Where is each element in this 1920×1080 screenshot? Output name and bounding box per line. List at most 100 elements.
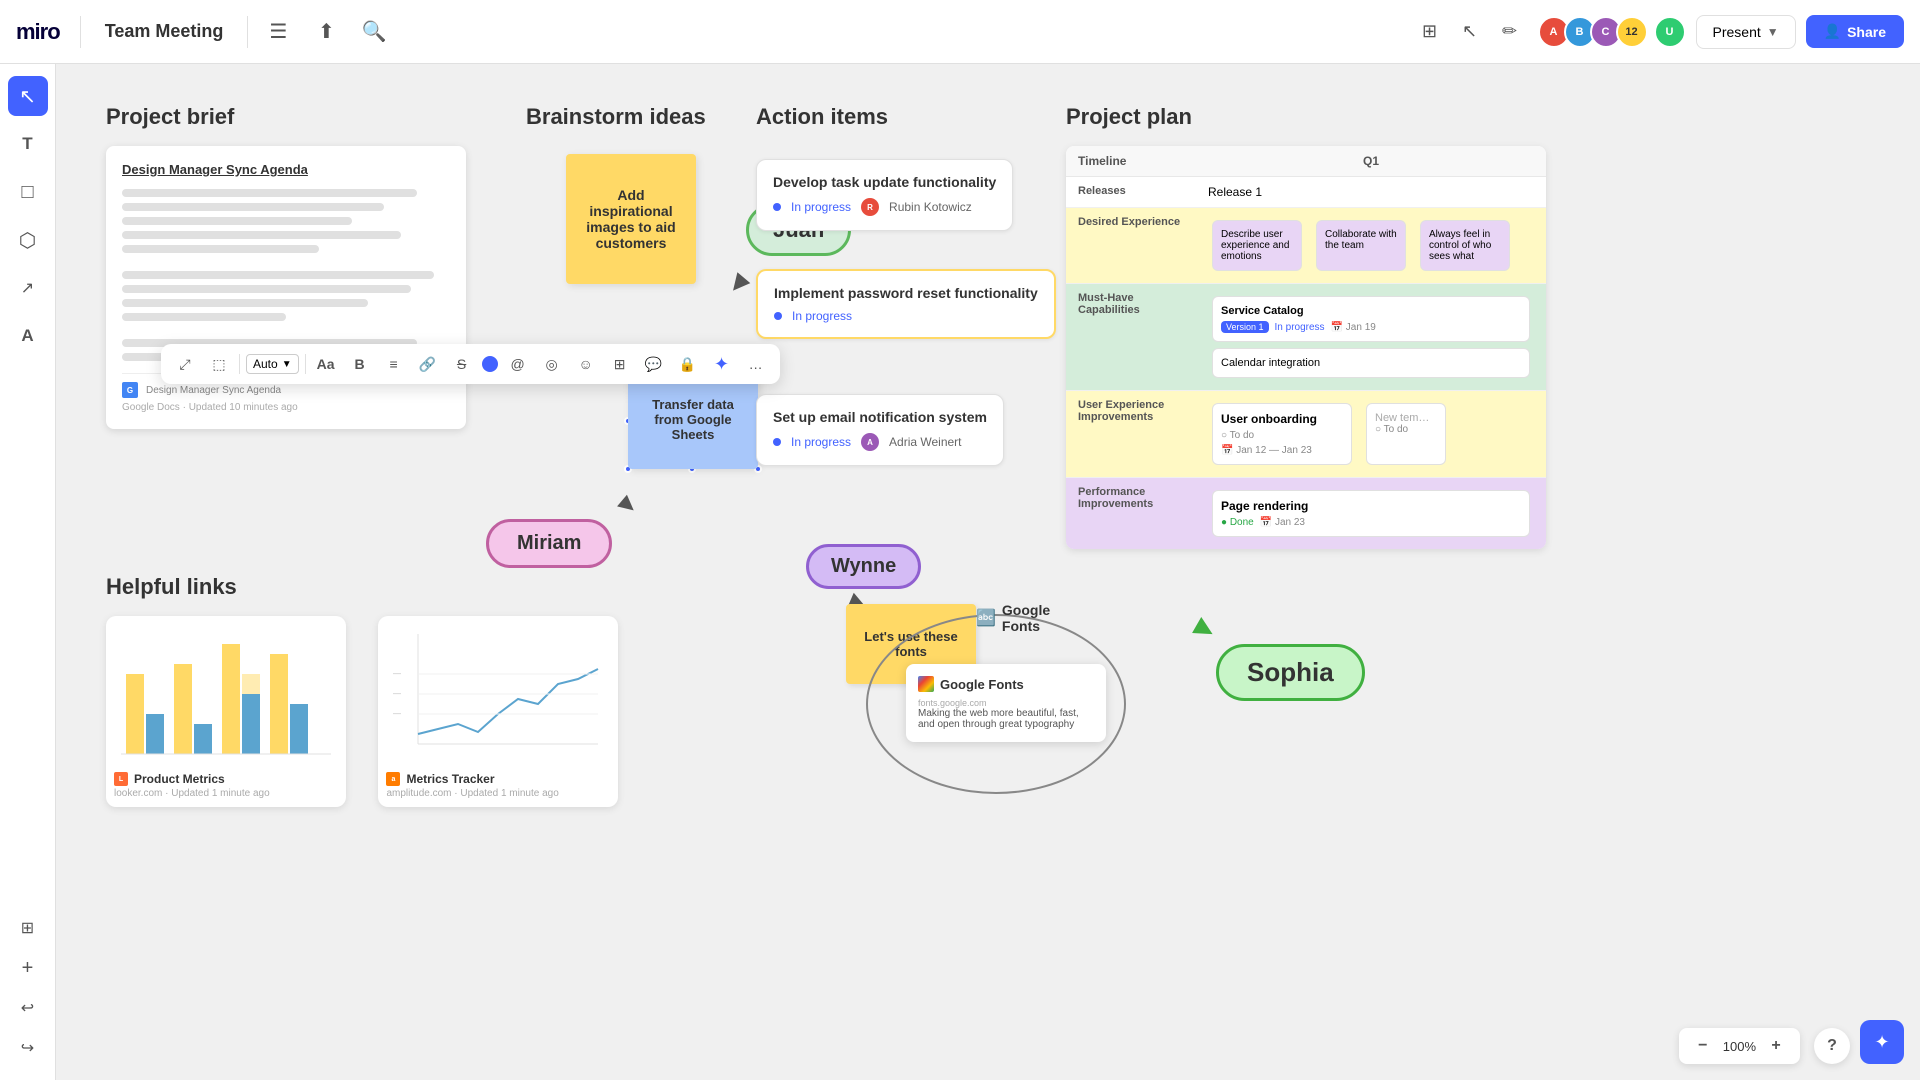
gfonts-card[interactable]: Google Fonts fonts.google.com Making the… — [906, 664, 1106, 742]
pen-tool[interactable]: ↗ — [8, 268, 48, 308]
eraser-tool[interactable]: A — [8, 316, 48, 356]
board-title[interactable]: Team Meeting — [93, 17, 236, 46]
upload-icon[interactable]: ⬆ — [308, 14, 344, 50]
ft-divider-1 — [239, 354, 240, 374]
zoom-level: 100% — [1723, 1039, 1756, 1054]
svg-text:—: — — [393, 689, 401, 698]
apps-icon[interactable]: ⊞ — [1412, 14, 1448, 50]
transform-icon[interactable]: ⤢ — [171, 350, 199, 378]
page-rendering-card[interactable]: Page rendering ● Done 📅 Jan 23 — [1212, 490, 1530, 537]
perf-label: Performance Improvements — [1066, 478, 1196, 550]
cursor-icon[interactable]: ↖ — [1452, 14, 1488, 50]
looker-icon: L — [114, 772, 128, 786]
user-onboarding-card[interactable]: User onboarding ○ To do 📅 Jan 12 — Jan 2… — [1212, 403, 1352, 465]
magic-icon: ✦ — [1874, 1032, 1889, 1053]
pen-icon[interactable]: ✏ — [1492, 14, 1528, 50]
brief-line-3 — [122, 217, 352, 225]
blue-sticky-container[interactable]: Transfer data from Google Sheets — [628, 369, 758, 469]
pr-date: 📅 Jan 23 — [1260, 517, 1305, 528]
status-text-2: In progress — [792, 309, 852, 323]
font-icon[interactable]: Aa — [312, 350, 340, 378]
desired-item-1[interactable]: Describe user experience and emotions — [1212, 220, 1302, 271]
link-footer-2: a Metrics Tracker — [386, 772, 610, 786]
juan-arrow-icon: ▶ — [724, 270, 755, 300]
table-icon[interactable]: ⊞ — [606, 350, 634, 378]
action-items-label: Action items — [756, 104, 1096, 130]
link-icon[interactable]: 🔗 — [414, 350, 442, 378]
shapes-tool[interactable]: ⬡ — [8, 220, 48, 260]
menu-icon[interactable]: ☰ — [260, 14, 296, 50]
note-tool[interactable]: □ — [8, 172, 48, 212]
help-button[interactable]: ? — [1814, 1028, 1850, 1064]
more-options-icon[interactable]: … — [742, 350, 770, 378]
action-items-section: Action items Develop task update functio… — [756, 104, 1096, 146]
lock-icon[interactable]: 🔒 — [674, 350, 702, 378]
bold-icon[interactable]: B — [346, 350, 374, 378]
product-metrics-card[interactable]: L Product Metrics looker.com · Updated 1… — [106, 616, 358, 807]
action-card-1[interactable]: Develop task update functionality In pro… — [756, 159, 1013, 231]
link-card-1[interactable]: L Product Metrics looker.com · Updated 1… — [106, 616, 346, 807]
action-card-2[interactable]: Implement password reset functionality I… — [756, 269, 1056, 339]
calendar-card[interactable]: Calendar integration — [1212, 348, 1530, 378]
uo-date: 📅 Jan 12 — Jan 23 — [1221, 445, 1312, 456]
topbar: miro Team Meeting ☰ ⬆ 🔍 ⊞ ↖ ✏ A B C 12 U… — [0, 0, 1920, 64]
zoom-out-button[interactable]: − — [1691, 1034, 1715, 1058]
metrics-tracker-thumbnail: — — — — [386, 624, 610, 764]
gfonts-emoji: 🔤 — [976, 608, 996, 628]
brief-card-title: Design Manager Sync Agenda — [122, 162, 450, 177]
status-dot-2 — [774, 312, 782, 320]
svg-text:—: — — [393, 709, 401, 718]
desired-item-2[interactable]: Collaborate with the team — [1316, 220, 1406, 271]
align-icon[interactable]: ≡ — [380, 350, 408, 378]
ai-icon[interactable]: ✦ — [708, 350, 736, 378]
undo-tool[interactable]: ↩ — [8, 988, 48, 1028]
user-onboarding-name: User onboarding — [1221, 412, 1343, 426]
add-tool[interactable]: + — [8, 948, 48, 988]
miriam-bubble: Miriam — [486, 519, 612, 568]
emoji-icon[interactable]: ☺ — [572, 350, 600, 378]
desired-item-3[interactable]: Always feel in control of who sees what — [1420, 220, 1510, 271]
brief-line-9 — [122, 313, 286, 321]
strikethrough-icon[interactable]: S — [448, 350, 476, 378]
canvas[interactable]: Project brief Design Manager Sync Agenda… — [56, 64, 1920, 1080]
brainstorm-yellow-sticky[interactable]: Add inspirational images to aid customer… — [566, 154, 696, 284]
status-dot-3 — [773, 438, 781, 446]
page-rendering-meta: ● Done 📅 Jan 23 — [1221, 517, 1521, 528]
present-button[interactable]: Present ▼ — [1696, 15, 1796, 49]
blue-sticky-text: Transfer data from Google Sheets — [628, 369, 758, 469]
panels-tool[interactable]: ⊞ — [8, 908, 48, 948]
search-icon[interactable]: 🔍 — [356, 14, 392, 50]
must-have-label: Must-Have Capabilities — [1066, 284, 1196, 391]
mention-icon[interactable]: @ — [504, 350, 532, 378]
share-button[interactable]: 👤 Share — [1806, 15, 1904, 48]
metrics-tracker-card[interactable]: — — — a Metrics Tracker amplitude.com · … — [378, 616, 630, 807]
col-timeline: Timeline — [1066, 146, 1196, 177]
releases-label: Releases — [1066, 177, 1196, 208]
service-catalog-card[interactable]: Service Catalog Version 1 In progress 📅 … — [1212, 296, 1530, 342]
action-card-3[interactable]: Set up email notification system In prog… — [756, 394, 1004, 466]
redo-tool[interactable]: ↪ — [8, 1028, 48, 1068]
font-size-select[interactable]: Auto ▼ — [246, 354, 299, 374]
comment-icon[interactable]: 💬 — [640, 350, 668, 378]
google-doc-icon: G — [122, 382, 138, 398]
avatar-user: U — [1654, 16, 1686, 48]
select-tool[interactable]: ↖ — [8, 76, 48, 116]
color-picker[interactable] — [482, 356, 498, 372]
zoom-in-button[interactable]: + — [1764, 1034, 1788, 1058]
ft-divider-2 — [305, 354, 306, 374]
miriam-label: Miriam — [486, 519, 612, 568]
text-tool[interactable]: T — [8, 124, 48, 164]
magic-button[interactable]: ✦ — [1860, 1020, 1904, 1064]
assignee-3: Adria Weinert — [889, 435, 961, 449]
link-card-2[interactable]: — — — a Metrics Tracker amplitude.com · … — [378, 616, 618, 807]
sc-date: 📅 Jan 19 — [1331, 322, 1376, 333]
releases-row: Releases Release 1 — [1066, 177, 1546, 208]
new-tem-text: New tem… — [1375, 412, 1437, 424]
duplicate-icon[interactable]: ⬚ — [205, 350, 233, 378]
tag-icon[interactable]: ◎ — [538, 350, 566, 378]
new-tem-card[interactable]: New tem… ○ To do — [1366, 403, 1446, 465]
page-rendering-name: Page rendering — [1221, 499, 1521, 513]
left-sidebar: ↖ T □ ⬡ ↗ A ⊞ + ↩ ↪ — [0, 64, 56, 1080]
project-brief-card[interactable]: Design Manager Sync Agenda G Design Mana… — [106, 146, 466, 429]
google-icon — [918, 676, 934, 692]
